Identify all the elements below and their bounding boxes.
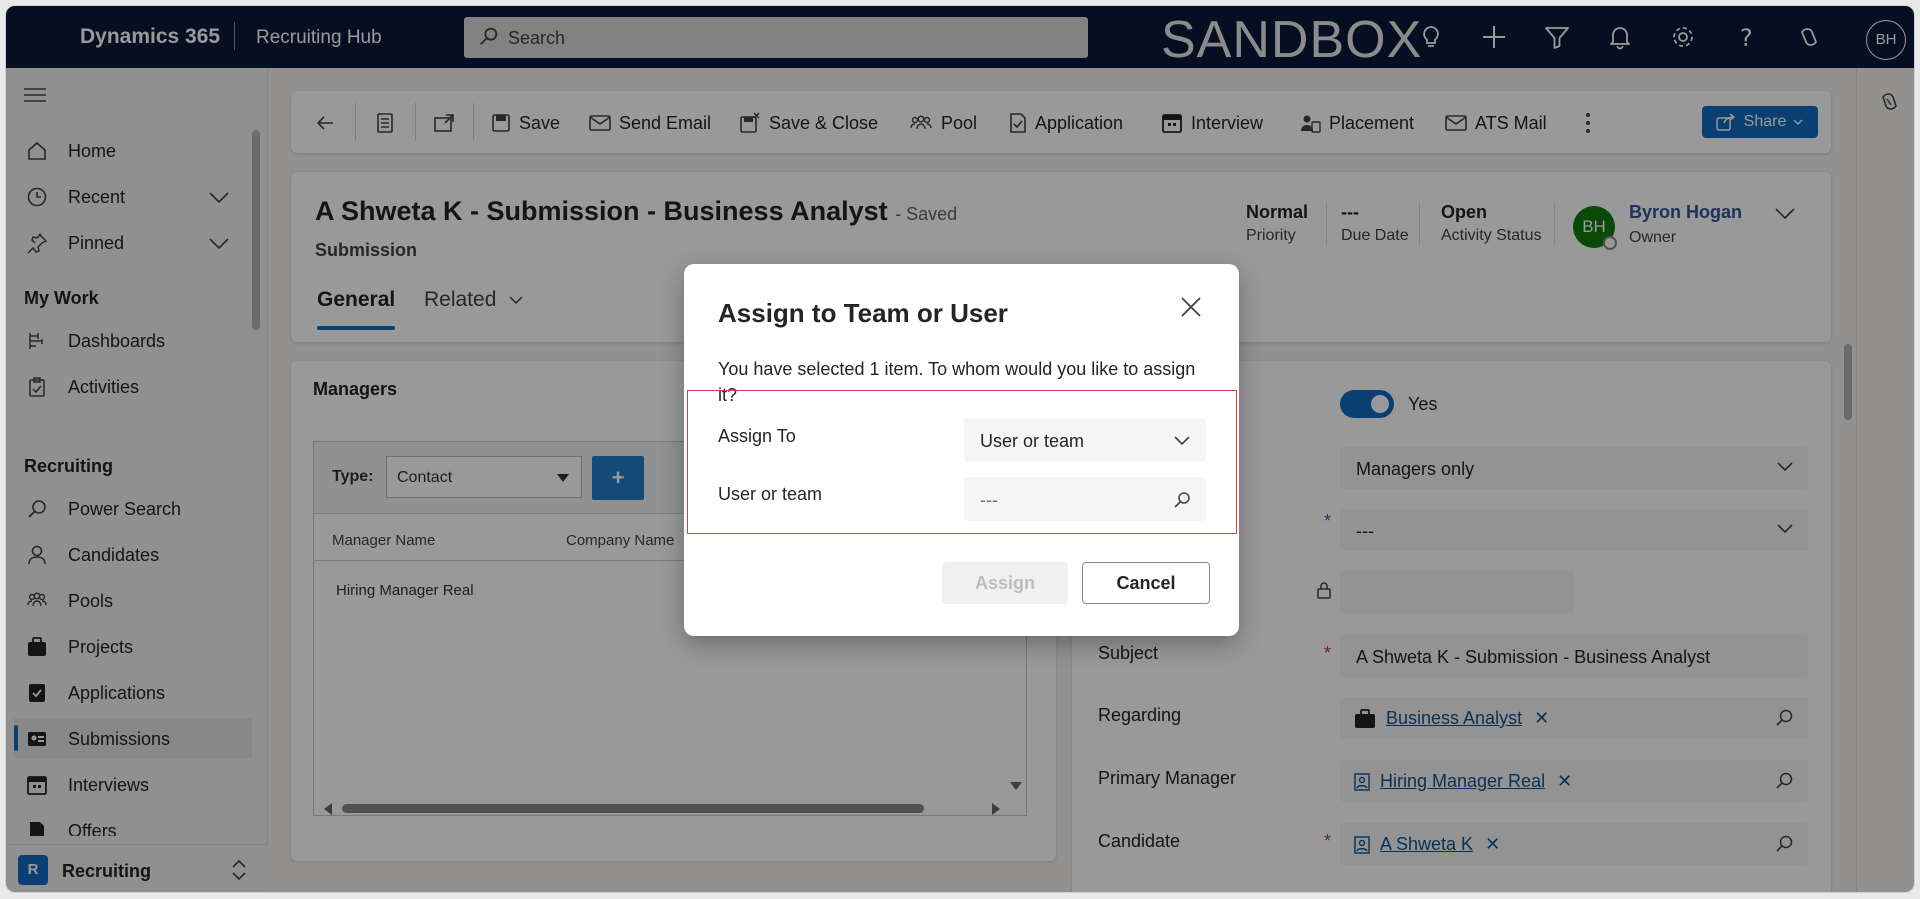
assign-to-dropdown[interactable]: User or team <box>964 418 1206 462</box>
dialog-title: Assign to Team or User <box>718 298 1008 328</box>
search-icon[interactable] <box>1172 491 1192 509</box>
close-icon[interactable] <box>1178 294 1204 320</box>
cancel-button[interactable]: Cancel <box>1082 562 1210 604</box>
user-or-team-placeholder: --- <box>980 490 998 510</box>
assign-to-label: Assign To <box>718 426 796 446</box>
assign-to-value: User or team <box>980 431 1085 451</box>
user-or-team-lookup[interactable]: --- <box>964 477 1206 521</box>
assign-button[interactable]: Assign <box>942 562 1068 604</box>
assign-dialog: Assign to Team or User You have selected… <box>684 264 1239 636</box>
app-window: Dynamics 365 Recruiting Hub Search SANDB… <box>5 5 1915 893</box>
chevron-down-icon <box>1174 436 1190 446</box>
user-or-team-label: User or team <box>718 484 823 504</box>
